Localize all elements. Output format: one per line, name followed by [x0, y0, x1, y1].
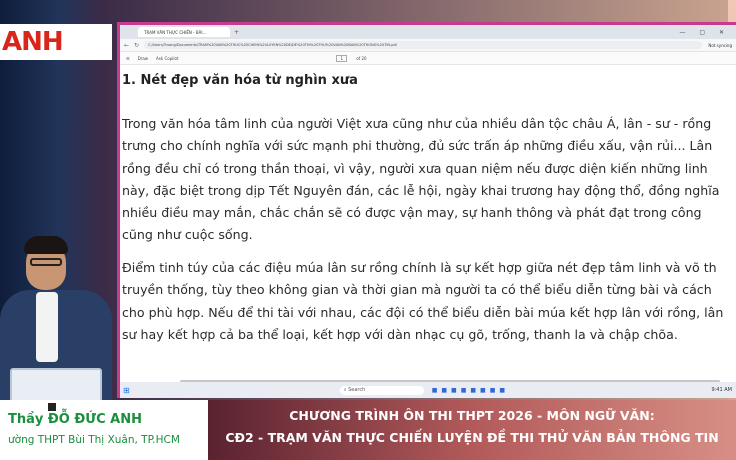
- back-icon[interactable]: ←: [124, 42, 129, 49]
- text-line: cũng như cuộc sống.: [122, 227, 253, 243]
- profile-status[interactable]: Not syncing: [708, 43, 732, 48]
- program-banner: CHƯƠNG TRÌNH ÔN THI THPT 2026 - MÔN NGỮ …: [208, 400, 736, 460]
- reload-icon[interactable]: ↻: [134, 42, 139, 49]
- presenter-hair: [24, 236, 68, 254]
- draw-button[interactable]: Draw: [138, 56, 148, 61]
- text-line: nhiều điều may mắn, chắc chắn sẽ có được…: [122, 205, 702, 221]
- paragraph-1: Trong văn hóa tâm linh của người Việt xư…: [122, 113, 736, 247]
- presenter-shirt: [36, 292, 58, 362]
- laptop: [10, 368, 102, 404]
- menu-icon[interactable]: ☰: [126, 56, 130, 61]
- ask-copilot-button[interactable]: Ask Copilot: [156, 56, 178, 61]
- presenter-glasses: [30, 258, 62, 266]
- grid-icon: [48, 403, 56, 411]
- windows-start-icon[interactable]: ⊞: [123, 386, 130, 395]
- address-bar: ← ↻ C:/Users/Truong/Documents/TRAM%20VAN…: [120, 39, 736, 52]
- broadcaster-logo: ANH NIÊN: [0, 24, 112, 60]
- text-line: truyền thống, tùy theo không gian và thờ…: [122, 282, 712, 298]
- url-text: C:/Users/Truong/Documents/TRAM%20VAN%20T…: [148, 43, 397, 47]
- windows-taskbar: ⊞ ⌕ Search ■■■■■■■■ 9:41 AM: [120, 382, 736, 398]
- presenter-name: Thầy ĐỖ ĐỨC ANH: [8, 412, 143, 427]
- pdf-document: 1. Nét đẹp văn hóa từ nghìn xưa Trong vă…: [120, 66, 736, 382]
- new-tab-button[interactable]: +: [234, 29, 239, 36]
- text-line: này, đặc biệt trong dịp Tết Nguyên đán, …: [122, 182, 720, 198]
- presenter-name-plate: Thầy ĐỖ ĐỨC ANH ường THPT Bùi Thị Xuân, …: [0, 400, 208, 460]
- search-placeholder: Search: [348, 387, 366, 393]
- text-line: Điểm tinh túy của các điệu múa lân sư rồ…: [122, 260, 717, 275]
- presenter-school: ường THPT Bùi Thị Xuân, TP.HCM: [8, 434, 180, 446]
- browser-window: TRẠM VĂN THỰC CHIẾN - BÀI... + — ▢ ✕ ← ↻…: [117, 22, 736, 398]
- taskbar-app-icons[interactable]: ■■■■■■■■: [432, 387, 509, 394]
- text-line: Trong văn hóa tâm linh của người Việt xư…: [122, 116, 712, 131]
- text-line: trưng cho chính nghĩa với sức mạnh phi t…: [122, 138, 713, 154]
- window-controls[interactable]: — ▢ ✕: [679, 29, 730, 36]
- pdf-toolbar: ☰ Draw Ask Copilot 1 of 20: [120, 52, 736, 65]
- text-line: cho phù hợp. Nếu để thi tài với nhau, cá…: [122, 304, 724, 320]
- page-indicator: 1 of 20: [336, 54, 374, 62]
- tab-bar: TRẠM VĂN THỰC CHIẾN - BÀI... + — ▢ ✕: [120, 25, 736, 39]
- page-total: of 20: [356, 55, 367, 61]
- banner-line-1: CHƯƠNG TRÌNH ÔN THI THPT 2026 - MÔN NGỮ …: [289, 408, 655, 423]
- paragraph-2: Điểm tinh túy của các điệu múa lân sư rồ…: [122, 257, 736, 346]
- text-line: rồng đều chỉ có trong thần thoại, vì vậy…: [122, 160, 708, 176]
- url-input[interactable]: C:/Users/Truong/Documents/TRAM%20VAN%20T…: [144, 41, 703, 49]
- taskbar-search[interactable]: ⌕ Search: [339, 385, 424, 395]
- system-tray-clock: 9:41 AM: [711, 387, 732, 393]
- tab-title: TRẠM VĂN THỰC CHIẾN - BÀI...: [144, 29, 207, 35]
- tab-pdf[interactable]: TRẠM VĂN THỰC CHIẾN - BÀI...: [138, 27, 230, 37]
- page-number-input[interactable]: 1: [336, 54, 348, 62]
- banner-line-2: CĐ2 - TRẠM VĂN THỰC CHIẾN LUYỆN ĐỀ THI T…: [225, 430, 719, 445]
- text-line: sư hay kết hợp cả ba thể loại, kết hợp v…: [122, 326, 678, 342]
- section-heading: 1. Nét đẹp văn hóa từ nghìn xưa: [122, 73, 358, 88]
